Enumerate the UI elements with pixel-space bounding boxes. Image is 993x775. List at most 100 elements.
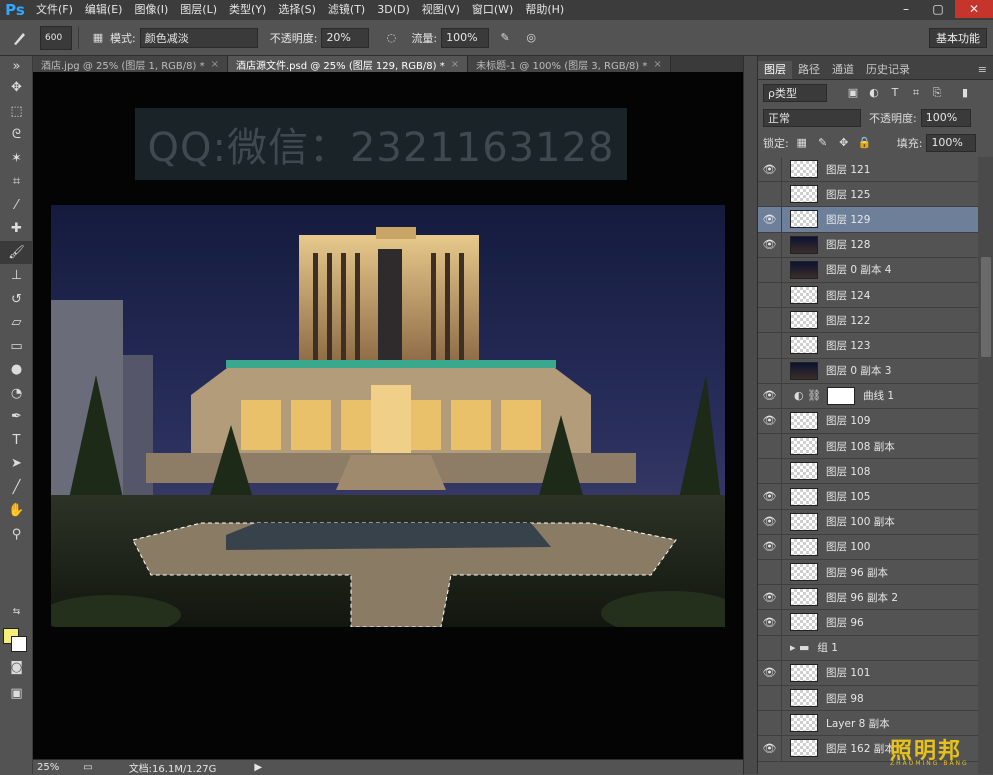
menu-type[interactable]: 类型(Y) [223,0,272,20]
layer-name[interactable]: Layer 8 副本 [826,716,890,731]
hand-tool-icon[interactable]: ✋ [0,499,33,523]
folder-icon[interactable]: ▸ ▬ [790,641,809,654]
layer-row[interactable]: 👁 图层 96 [758,610,978,636]
visibility-eye-icon[interactable] [758,685,782,711]
visibility-eye-icon[interactable] [758,560,782,585]
menu-file[interactable]: 文件(F) [30,0,79,20]
menu-layer[interactable]: 图层(L) [174,0,223,20]
layer-name[interactable]: 图层 128 [826,237,870,252]
tab-layers[interactable]: 图层 [758,61,792,79]
lock-transparent-icon[interactable]: ▦ [794,135,810,151]
layer-row[interactable]: 图层 0 副本 3 [758,358,978,384]
menu-select[interactable]: 选择(S) [272,0,322,20]
brush-size-picker[interactable]: 600 [40,25,72,50]
pressure-size-icon[interactable]: ◎ [523,30,539,46]
menu-help[interactable]: 帮助(H) [519,0,570,20]
visibility-eye-icon[interactable]: 👁 [758,232,782,257]
filter-shape-icon[interactable]: ⌗ [908,85,924,101]
quick-mask-icon[interactable]: ◙ [0,656,33,680]
tab-document-active[interactable]: 酒店源文件.psd @ 25% (图层 129, RGB/8) * × [227,56,469,72]
flow-input[interactable]: 100% [441,27,490,48]
panel-menu-icon[interactable]: ≡ [972,61,993,79]
layer-name[interactable]: 图层 162 副本 [826,741,895,756]
canvas-scrollbar[interactable] [743,56,757,774]
visibility-eye-icon[interactable] [758,358,782,383]
workspace-button[interactable]: 基本功能 [929,28,987,48]
visibility-eye-icon[interactable] [758,282,782,308]
screen-mode-icon[interactable]: ▣ [0,682,33,706]
history-brush-tool-icon[interactable]: ↺ [0,288,33,312]
menu-3d[interactable]: 3D(D) [371,0,416,20]
layer-row[interactable]: 图层 96 副本 [758,560,978,586]
visibility-eye-icon[interactable]: 👁 [758,534,782,559]
dodge-tool-icon[interactable]: ◔ [0,382,33,406]
layer-row[interactable]: 图层 122 [758,308,978,334]
menu-window[interactable]: 窗口(W) [466,0,519,20]
close-tab-icon[interactable]: × [211,59,219,70]
panel-collapse-icon[interactable]: » [0,56,33,76]
visibility-eye-icon[interactable]: 👁 [758,585,782,610]
visibility-eye-icon[interactable]: 👁 [758,509,782,534]
layer-row[interactable]: 👁 图层 101 [758,660,978,686]
layer-name[interactable]: 组 1 [817,640,838,655]
minimize-button[interactable]: – [891,0,921,18]
layer-name[interactable]: 图层 109 [826,413,870,428]
layer-name[interactable]: 图层 105 [826,489,870,504]
layer-row[interactable]: ▸ ▬ 组 1 [758,635,978,661]
close-button[interactable]: ✕ [955,0,993,18]
layer-row[interactable]: 👁 图层 121 [758,157,978,183]
visibility-eye-icon[interactable] [758,434,782,459]
layer-row[interactable]: 图层 125 [758,182,978,208]
layer-name[interactable]: 图层 0 副本 4 [826,262,891,277]
mode-select[interactable]: 颜色减淡 [139,27,258,48]
layer-name[interactable]: 图层 96 副本 [826,565,888,580]
layer-row[interactable]: 图层 124 [758,282,978,309]
tab-channels[interactable]: 通道 [826,61,860,79]
visibility-eye-icon[interactable] [758,459,782,484]
airbrush-icon[interactable]: ✎ [497,30,513,46]
marquee-tool-icon[interactable]: ⬚ [0,100,33,124]
layer-row[interactable]: 图层 123 [758,333,978,359]
swap-colors-icon[interactable]: ⇆ [0,604,33,620]
layers-scrollbar[interactable] [978,157,993,774]
hotel-night-render[interactable] [51,205,725,627]
pressure-opacity-icon[interactable]: ◌ [383,30,399,46]
filter-pixel-icon[interactable]: ▣ [845,85,861,101]
close-tab-icon[interactable]: × [451,59,459,70]
layer-opacity-input[interactable]: 100% [920,108,971,127]
layer-row[interactable]: 👁 图层 105 [758,484,978,510]
tab-history[interactable]: 历史记录 [860,61,916,79]
visibility-eye-icon[interactable]: 👁 [758,736,782,761]
healing-brush-tool-icon[interactable]: ✚ [0,217,33,241]
blur-tool-icon[interactable]: ● [0,358,33,382]
magic-wand-tool-icon[interactable]: ✶ [0,147,33,171]
layer-name[interactable]: 图层 129 [826,212,870,227]
visibility-eye-icon[interactable]: 👁 [758,157,782,182]
layer-name[interactable]: 图层 124 [826,288,870,303]
layer-name[interactable]: 图层 123 [826,338,870,353]
visibility-eye-icon[interactable]: 👁 [758,383,782,408]
brush-tool-icon[interactable]: 🖌 [0,240,33,264]
layer-name[interactable]: 图层 96 [826,615,864,630]
visibility-eye-icon[interactable] [758,635,782,660]
opacity-input[interactable]: 20% [321,27,370,48]
visibility-eye-icon[interactable]: 👁 [758,207,782,232]
layer-name[interactable]: 图层 98 [826,691,864,706]
eyedropper-tool-icon[interactable]: ⁄ [0,194,33,218]
layer-row[interactable]: 👁 图层 128 [758,232,978,258]
layer-name[interactable]: 图层 0 副本 3 [826,363,891,378]
visibility-eye-icon[interactable]: 👁 [758,408,782,434]
close-tab-icon[interactable]: × [653,59,661,70]
filter-adjustment-icon[interactable]: ◐ [866,85,882,101]
layer-name[interactable]: 图层 100 [826,539,870,554]
layer-name[interactable]: 图层 96 副本 2 [826,590,898,605]
gradient-tool-icon[interactable]: ▭ [0,335,33,359]
layer-row[interactable]: 👁 图层 129 [758,207,978,233]
layer-row[interactable]: 图层 108 副本 [758,434,978,460]
visibility-eye-icon[interactable] [758,182,782,207]
filter-toggle-icon[interactable]: ▮ [957,85,973,101]
visibility-eye-icon[interactable]: 👁 [758,484,782,509]
layer-row[interactable]: 👁 图层 109 [758,408,978,435]
visibility-eye-icon[interactable]: 👁 [758,660,782,685]
filter-type-icon[interactable]: T [887,85,903,101]
